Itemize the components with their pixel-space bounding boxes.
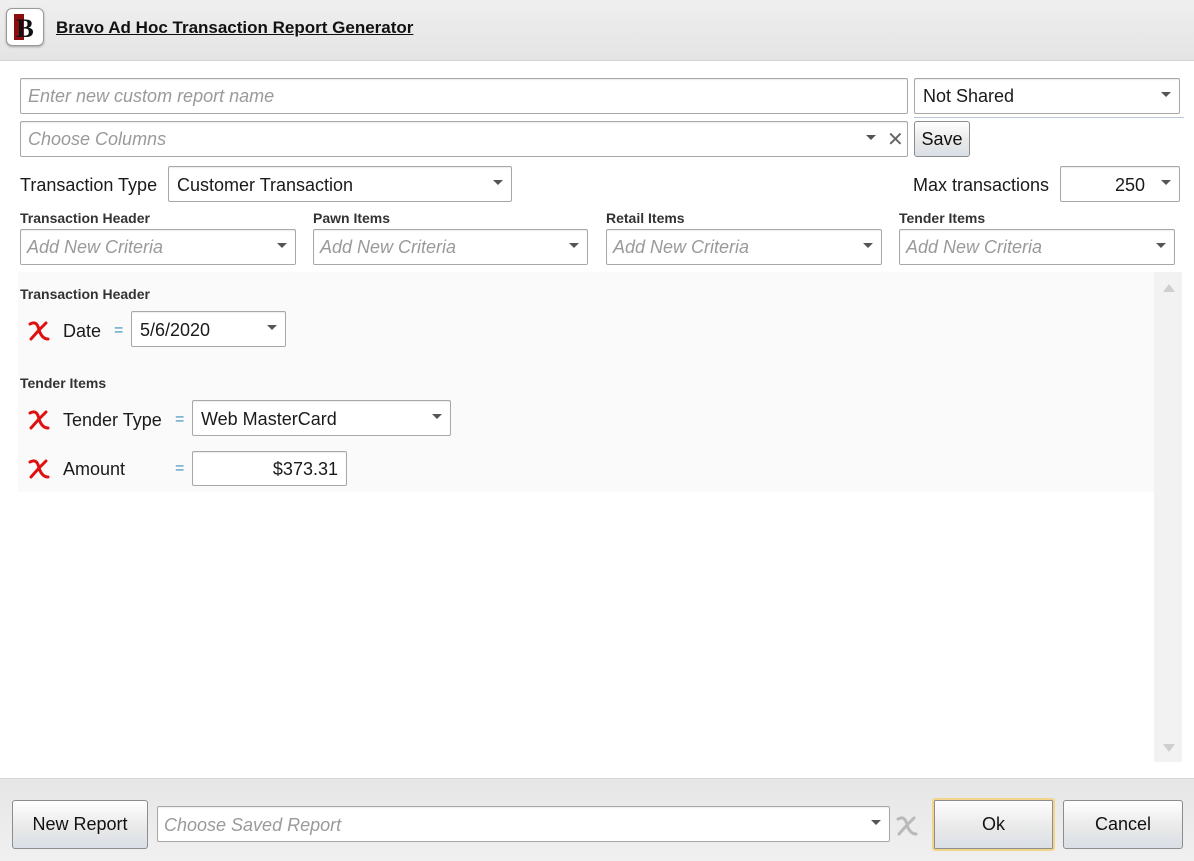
dropdown-caret-icon [277,243,287,248]
dropdown-caret-icon [267,325,277,330]
add-criteria-retail-items[interactable]: Add New Criteria [606,229,882,265]
section-tender-items: Tender Items [20,375,107,391]
saved-report-placeholder: Choose Saved Report [164,815,342,835]
dropdown-caret-icon [569,243,579,248]
sharing-value: Not Shared [923,86,1015,106]
dropdown-caret-icon [871,820,881,825]
remove-criteria-icon[interactable] [28,408,50,430]
dropdown-caret-icon [863,243,873,248]
window-title: Bravo Ad Hoc Transaction Report Generato… [56,18,414,37]
ok-button[interactable]: Ok [932,798,1055,851]
add-criteria-pawn-items[interactable]: Add New Criteria [313,229,588,265]
group-label-pawn-items: Pawn Items [313,210,391,226]
add-criteria-transaction-header[interactable]: Add New Criteria [20,229,296,265]
add-criteria-placeholder: Add New Criteria [320,237,457,257]
remove-criteria-icon[interactable] [28,457,50,479]
amount-criteria-operator: = [175,460,185,477]
date-criteria-operator: = [114,322,124,339]
scroll-up-icon[interactable] [1163,284,1175,292]
dropdown-caret-icon[interactable] [866,135,876,140]
add-criteria-placeholder: Add New Criteria [27,237,164,257]
divider [914,117,1184,118]
saved-report-dropdown[interactable]: Choose Saved Report [157,806,890,842]
tender-type-criteria-label: Tender Type [63,410,162,430]
transaction-type-label: Transaction Type [20,175,158,195]
dropdown-caret-icon [1161,180,1171,185]
title-bar: B Bravo Ad Hoc Transaction Report Genera… [0,0,1194,61]
tender-type-criteria-value: Web MasterCard [201,409,337,429]
group-label-retail-items: Retail Items [606,210,685,226]
amount-criteria-input[interactable]: $373.31 [192,451,347,486]
max-transactions-dropdown[interactable]: 250 [1060,166,1180,202]
dropdown-caret-icon [1161,92,1171,97]
dropdown-caret-icon [432,414,442,419]
scroll-down-icon[interactable] [1163,744,1175,752]
tender-type-criteria-operator: = [175,411,185,428]
add-criteria-placeholder: Add New Criteria [906,237,1043,257]
max-transactions-label: Max transactions [913,175,1050,195]
cancel-button[interactable]: Cancel [1063,800,1183,849]
remove-criteria-icon [896,816,918,836]
group-label-tender-items: Tender Items [899,210,986,226]
scrollbar[interactable] [1154,272,1182,762]
amount-criteria-value: $373.31 [272,459,338,479]
transaction-type-value: Customer Transaction [177,175,354,195]
tender-type-criteria-dropdown[interactable]: Web MasterCard [192,400,451,436]
max-transactions-value: 250 [1114,175,1145,195]
save-button[interactable]: Save [914,121,970,157]
dropdown-caret-icon [493,180,503,185]
date-criteria-dropdown[interactable]: 5/6/2020 [131,311,286,347]
date-criteria-value: 5/6/2020 [140,320,211,340]
svg-text:B: B [16,14,33,42]
group-label-transaction-header: Transaction Header [20,210,150,226]
report-name-input[interactable]: Enter new custom report name [20,78,908,114]
logo-icon: B [6,8,44,46]
transaction-type-dropdown[interactable]: Customer Transaction [168,166,512,202]
new-report-button[interactable]: New Report [12,800,148,849]
dropdown-caret-icon [1156,243,1166,248]
columns-select[interactable]: Choose Columns ✕ [20,121,908,157]
criteria-panel [18,272,1154,492]
add-criteria-placeholder: Add New Criteria [613,237,750,257]
date-criteria-label: Date [63,321,102,341]
sharing-dropdown[interactable]: Not Shared [914,78,1180,114]
report-name-placeholder: Enter new custom report name [28,86,275,106]
amount-criteria-label: Amount [63,459,126,479]
columns-placeholder: Choose Columns [28,129,167,149]
add-criteria-tender-items[interactable]: Add New Criteria [899,229,1175,265]
clear-icon[interactable]: ✕ [887,127,904,152]
remove-criteria-icon[interactable] [28,319,50,341]
section-transaction-header: Transaction Header [20,286,150,302]
